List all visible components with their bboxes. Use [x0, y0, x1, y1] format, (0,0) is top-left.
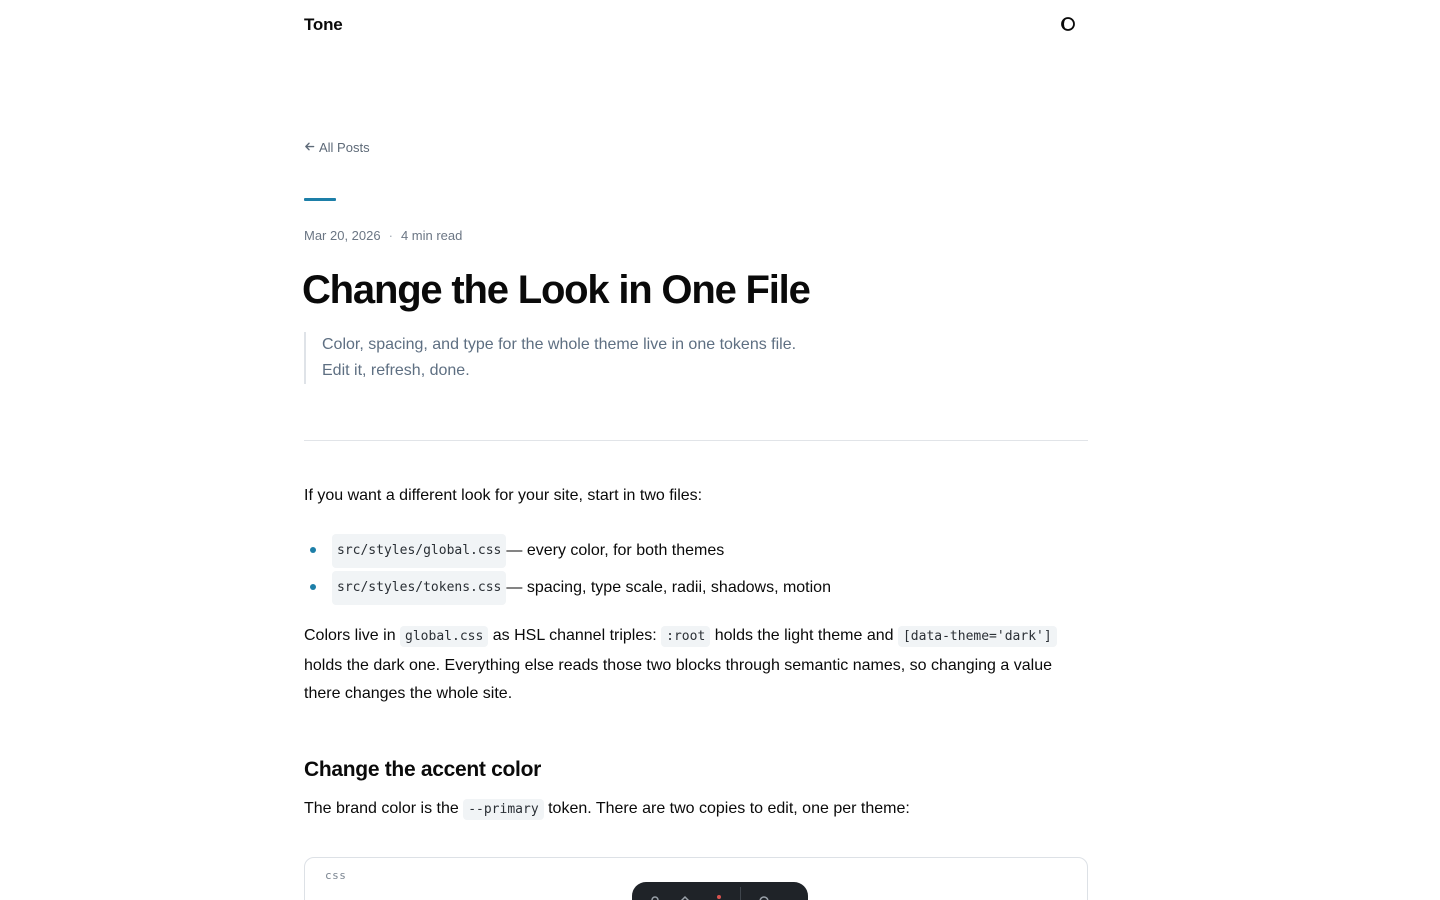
floating-toolbar[interactable] — [632, 882, 808, 900]
accent-rule — [304, 198, 336, 201]
text: holds the dark one. Everything else read… — [304, 656, 1052, 703]
inline-code: src/styles/tokens.css — [332, 570, 507, 605]
theme-toggle-button[interactable] — [1056, 14, 1080, 38]
read-time: 4 min read — [400, 228, 463, 243]
list-item: src/styles/tokens.css — spacing, type sc… — [304, 569, 831, 606]
lede-line-2: Edit it, refresh, done. — [322, 362, 470, 379]
arrow-left-icon — [304, 140, 315, 155]
text: The brand color is the — [304, 800, 464, 817]
header-divider — [304, 440, 1088, 441]
list-item-text: — spacing, type scale, radii, shadows, m… — [506, 578, 831, 596]
post-lede: Color, spacing, and type for the whole t… — [304, 332, 864, 384]
lede-line-1: Color, spacing, and type for the whole t… — [322, 336, 797, 353]
site-logo[interactable]: Tone — [304, 15, 343, 35]
section-heading: Change the accent color — [304, 758, 541, 781]
primary-paragraph: The brand color is the --primary token. … — [304, 795, 910, 824]
toolbar-tool-icon[interactable] — [678, 891, 692, 900]
toolbar-tool-icon[interactable] — [708, 891, 722, 900]
colors-paragraph: Colors live in global.css as HSL channel… — [304, 622, 1088, 709]
bullet-icon — [310, 547, 316, 553]
toolbar-tool-icon[interactable] — [648, 891, 662, 900]
inline-code: [data-theme='dark'] — [897, 626, 1057, 647]
toolbar-settings-icon[interactable] — [757, 891, 771, 900]
text: token. There are two copies to edit, one… — [543, 800, 910, 817]
back-link-label: All Posts — [319, 140, 370, 155]
file-list: src/styles/global.css — every color, for… — [304, 532, 831, 606]
inline-code: :root — [661, 626, 711, 647]
inline-code: src/styles/global.css — [332, 533, 507, 568]
post-title: Change the Look in One File — [302, 268, 811, 312]
intro-paragraph: If you want a different look for your si… — [304, 487, 703, 504]
list-item: src/styles/global.css — every color, for… — [304, 532, 831, 569]
bullet-icon — [310, 584, 316, 590]
code-language-label: css — [325, 869, 347, 882]
half-moon-icon — [1060, 16, 1076, 37]
list-item-text: — every color, for both themes — [506, 541, 725, 559]
text: holds the light theme and — [710, 627, 898, 644]
post-meta: Mar 20, 2026 · 4 min read — [304, 228, 462, 243]
code-block: css — [304, 857, 1088, 900]
text: Colors live in — [304, 627, 401, 644]
inline-code: --primary — [463, 799, 544, 820]
inline-code: global.css — [400, 626, 489, 647]
site-header: Tone — [304, 0, 1088, 52]
back-to-posts-link[interactable]: All Posts — [304, 140, 370, 155]
text: as HSL channel triples: — [488, 627, 662, 644]
toolbar-separator — [740, 887, 741, 900]
post-date: Mar 20, 2026 — [304, 228, 381, 243]
meta-separator: · — [388, 228, 393, 243]
